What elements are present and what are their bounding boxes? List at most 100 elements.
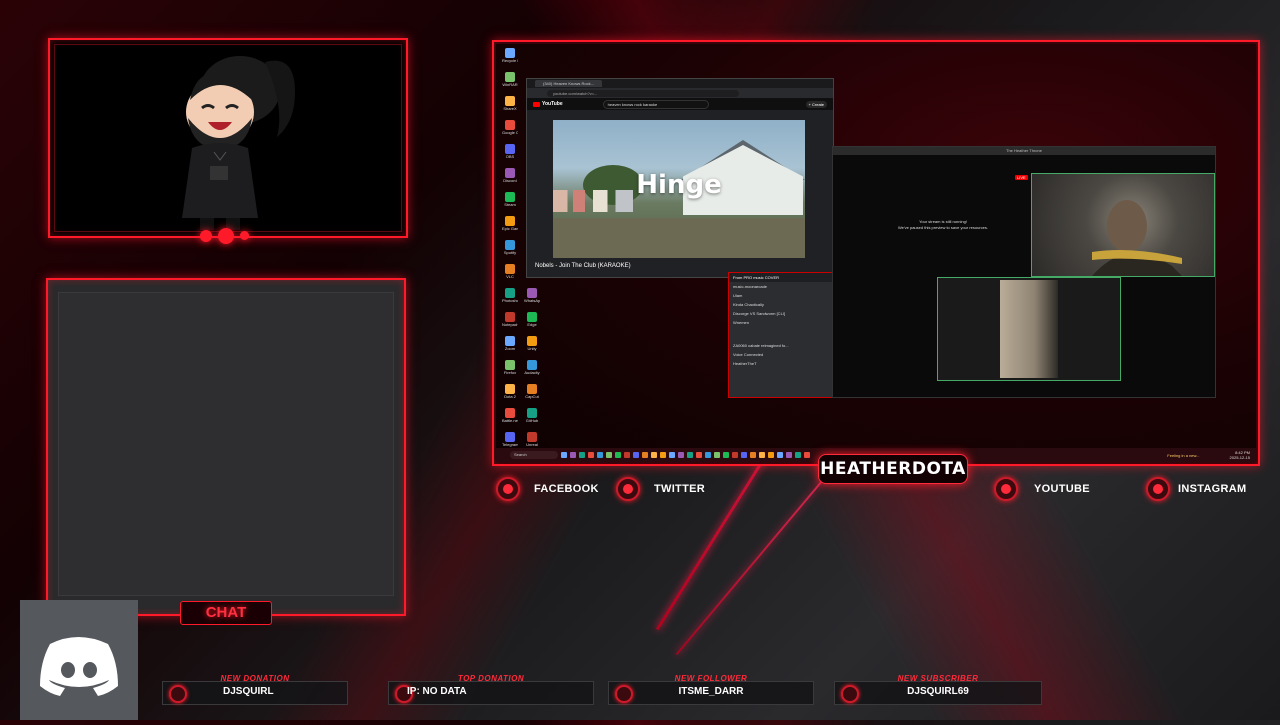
desktop-icon[interactable]: Zoom <box>502 336 518 351</box>
desktop-icon[interactable]: Unreal <box>524 432 540 447</box>
discord-popup-row[interactable]: music-moonarcade <box>729 282 841 291</box>
desktop-icon[interactable]: Audacity <box>524 360 540 375</box>
desktop-icon[interactable]: Google Chrome <box>502 120 518 135</box>
twitter-icon <box>616 477 640 501</box>
desktop-icon[interactable]: Edge <box>524 312 540 327</box>
stream-preview-window[interactable]: The Heather Throne Your stream is still … <box>832 146 1216 398</box>
desktop-icon[interactable]: Telegram <box>502 432 518 447</box>
create-button[interactable]: + Create <box>805 100 827 108</box>
desktop-icon[interactable]: Discord <box>502 168 518 183</box>
alert-new-subscriber: NEW SUBSCRIBER DJSQUIRL69 <box>834 674 1042 705</box>
taskbar-app-icon[interactable] <box>687 452 693 458</box>
taskbar-app-icon[interactable] <box>741 452 747 458</box>
desktop-icon[interactable]: OBS <box>502 144 518 159</box>
taskbar-app-icon[interactable] <box>633 452 639 458</box>
desktop-icon[interactable]: Battle.net <box>502 408 518 423</box>
desktop-icon[interactable]: Notepad++ <box>502 312 518 327</box>
discord-popup-row[interactable]: Kinda Chaotically <box>729 300 841 309</box>
taskbar-app-icon[interactable] <box>561 452 567 458</box>
address-bar[interactable]: youtube.com/watch?v=... <box>547 89 739 97</box>
alert-new-follower: NEW FOLLOWER ITSME_DARR <box>608 674 814 705</box>
taskbar-app-icon[interactable] <box>804 452 810 458</box>
discord-popup-row[interactable]: Voice Connected <box>729 350 841 359</box>
discord-popup[interactable]: From PRO music COVER music-moonarcade Ula… <box>728 272 842 398</box>
desktop-icon[interactable]: Unity <box>524 336 540 351</box>
taskbar-notification[interactable]: Feeling in a new... <box>1167 453 1199 458</box>
live-badge: LIVE <box>1015 175 1028 180</box>
taskbar-app-icon[interactable] <box>723 452 729 458</box>
taskbar-app-icon[interactable] <box>615 452 621 458</box>
desktop-icon[interactable]: Recycle Bin <box>502 48 518 63</box>
webcam-feed-main[interactable] <box>1031 173 1215 277</box>
desktop-icon[interactable]: VLC <box>502 264 518 279</box>
instagram-icon <box>1146 477 1170 501</box>
webcam-feed-secondary[interactable] <box>937 277 1121 381</box>
ad-brand-text: Hinge <box>636 170 722 200</box>
screen-capture: Recycle Bin WinRAR ShareX Google Chrome OBS D… <box>492 40 1260 466</box>
taskbar-app-icon[interactable] <box>606 452 612 458</box>
desktop-icon[interactable]: Epic Games <box>502 216 518 231</box>
taskbar-app-icon[interactable] <box>678 452 684 458</box>
taskbar-app-icon[interactable] <box>696 452 702 458</box>
social-instagram: INSTAGRAM <box>1146 477 1247 501</box>
taskbar-app-icon[interactable] <box>705 452 711 458</box>
discord-popup-row[interactable]: Ulam <box>729 291 841 300</box>
taskbar-app-icon[interactable] <box>714 452 720 458</box>
discord-popup-header: From PRO music COVER <box>729 273 841 282</box>
desktop-icon[interactable]: Spotify <box>502 240 518 255</box>
desktop-icon[interactable]: ShareX <box>502 96 518 111</box>
taskbar-app-icon[interactable] <box>579 452 585 458</box>
stream-window-title: The Heather Throne <box>833 147 1215 155</box>
social-facebook: FACEBOOK <box>496 477 599 501</box>
chat-area[interactable] <box>58 292 394 596</box>
taskbar-app-icon[interactable] <box>588 452 594 458</box>
accent-dot <box>218 228 234 244</box>
alert-new-donation: NEW DONATION DJSQUIRL <box>162 674 348 705</box>
taskbar-app-icon[interactable] <box>597 452 603 458</box>
desktop-icon[interactable]: Firefox <box>502 360 518 375</box>
desktop-icon[interactable]: Steam <box>502 192 518 207</box>
discord-popup-row[interactable]: ZA0060 cabale reimagined fo... <box>729 341 841 350</box>
taskbar-clock[interactable]: 8:42 PM 2025-12-15 <box>1230 450 1250 460</box>
desktop-icon[interactable]: WinRAR <box>502 72 518 87</box>
desktop-icon[interactable]: Photoshop <box>502 288 518 303</box>
browser-tab[interactable]: (340) Heaven Knows Rock... <box>535 80 602 87</box>
discord-tile <box>20 600 138 720</box>
taskbar-app-icon[interactable] <box>642 452 648 458</box>
video-player[interactable]: Hinge <box>553 120 805 258</box>
facebook-icon <box>496 477 520 501</box>
accent-dot <box>200 230 212 242</box>
youtube-icon <box>994 477 1018 501</box>
discord-popup-row[interactable]: HeatherTheT <box>729 359 841 368</box>
taskbar-app-icon[interactable] <box>750 452 756 458</box>
taskbar-app-icon[interactable] <box>660 452 666 458</box>
browser-window[interactable]: (340) Heaven Knows Rock... youtube.com/w… <box>526 78 834 278</box>
taskbar-app-icon[interactable] <box>624 452 630 458</box>
discord-logo-icon <box>40 637 118 696</box>
discord-popup-row[interactable]: Discorge VS Sandworm [CLI] <box>729 309 841 318</box>
discord-popup-row[interactable]: Wnemen <box>729 318 841 327</box>
taskbar-app-icon[interactable] <box>570 452 576 458</box>
desktop-icon[interactable]: GitHub <box>524 408 540 423</box>
taskbar-app-icon[interactable] <box>759 452 765 458</box>
taskbar-app-icon[interactable] <box>669 452 675 458</box>
taskbar-app-icon[interactable] <box>732 452 738 458</box>
chibi-avatar <box>182 56 295 230</box>
desktop-icon[interactable]: CapCut <box>524 384 540 399</box>
taskbar-search[interactable]: Search <box>510 451 558 459</box>
youtube-search-input[interactable]: heaven knows rock karaoke <box>602 99 709 109</box>
accent-dot <box>240 231 249 240</box>
alert-top-donation: TOP DONATION IP: NO DATA <box>388 674 594 705</box>
taskbar-app-icon[interactable] <box>786 452 792 458</box>
taskbar-app-icon[interactable] <box>651 452 657 458</box>
youtube-logo-icon[interactable]: YouTube <box>533 101 563 107</box>
social-youtube: YOUTUBE <box>994 477 1090 501</box>
social-twitter: TWITTER <box>616 477 705 501</box>
desktop-icon[interactable]: WhatsApp <box>524 288 540 303</box>
video-title[interactable]: Nobels - Join The Club (KARAOKE) <box>535 263 631 269</box>
taskbar-app-icon[interactable] <box>795 452 801 458</box>
donation-icon <box>169 685 187 703</box>
desktop-icon[interactable]: Dota 2 <box>502 384 518 399</box>
taskbar-app-icon[interactable] <box>777 452 783 458</box>
taskbar-app-icon[interactable] <box>768 452 774 458</box>
